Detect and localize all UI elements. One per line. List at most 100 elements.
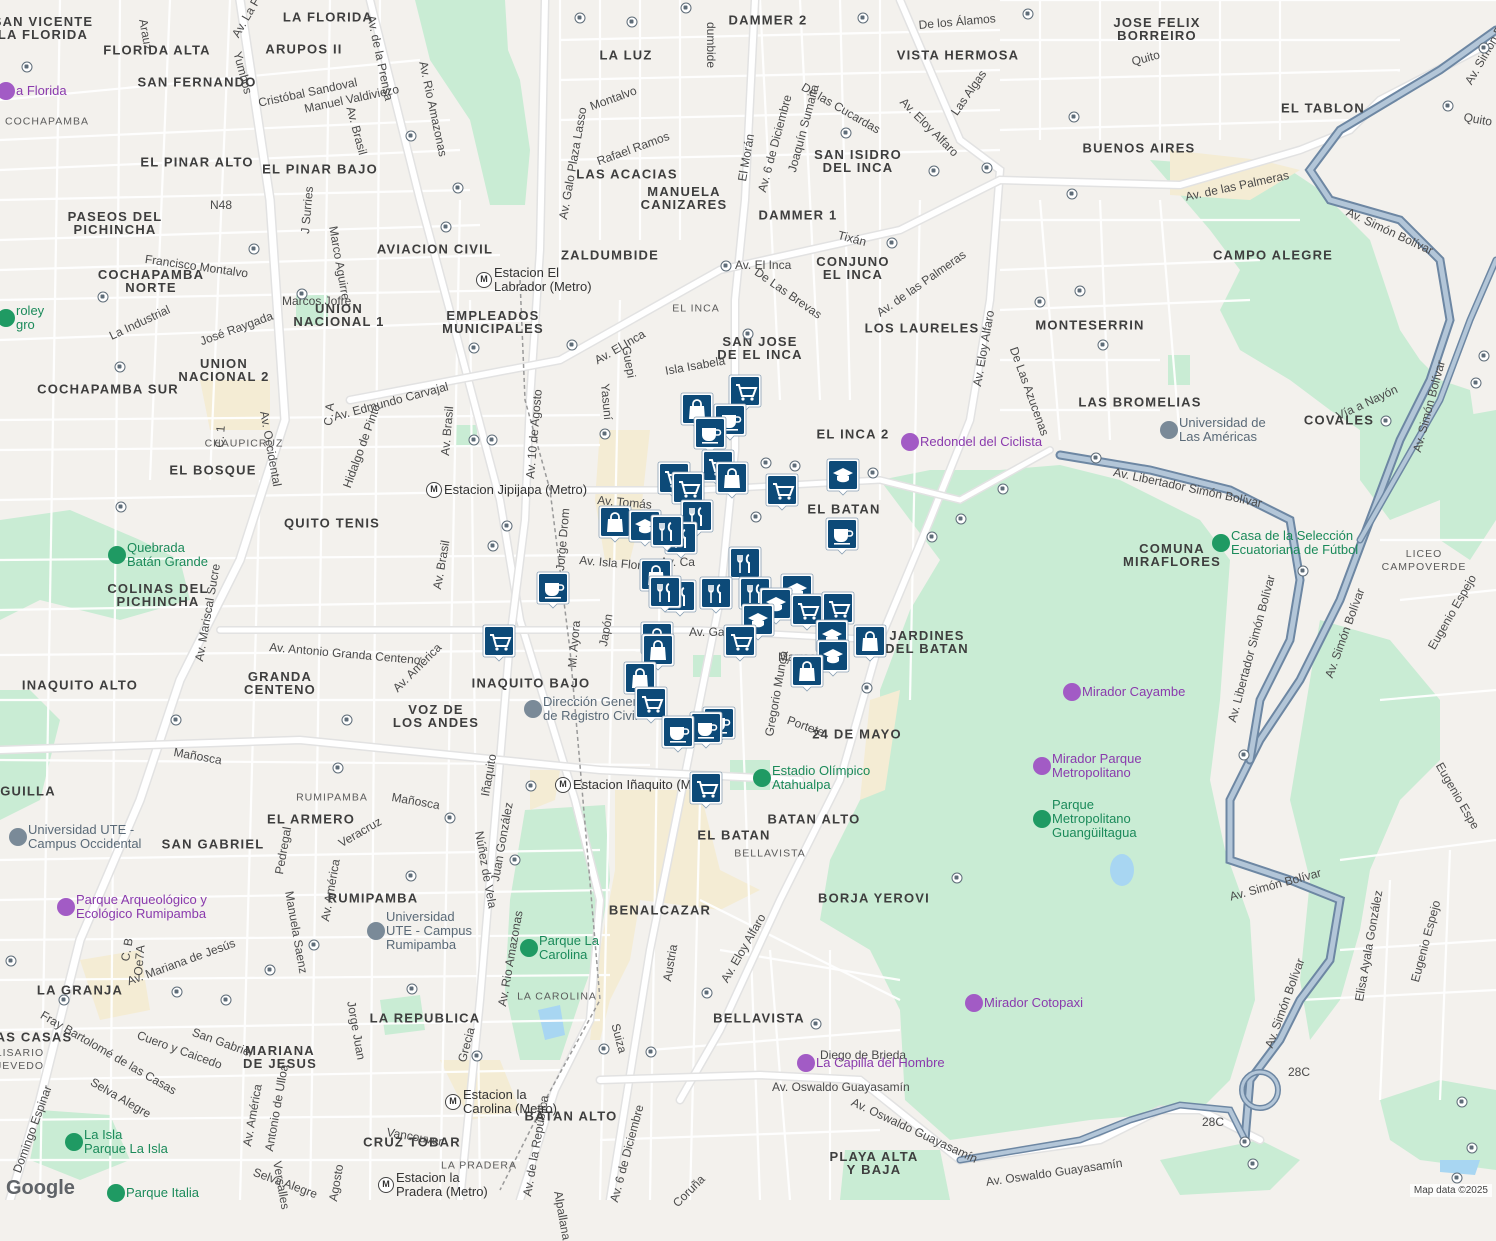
shopping-cart-marker-icon[interactable] (689, 771, 723, 809)
bus-stop-icon[interactable] (1452, 1173, 1463, 1184)
shopping-bag-marker-icon[interactable] (853, 624, 887, 662)
bus-stop-icon[interactable] (1381, 416, 1392, 427)
bus-stop-icon[interactable] (1240, 1137, 1251, 1148)
bus-stop-icon[interactable] (627, 17, 638, 28)
bus-stop-icon[interactable] (487, 435, 498, 446)
shopping-cart-marker-icon[interactable] (765, 473, 799, 511)
metro-station-icon[interactable]: M (476, 272, 492, 288)
bus-stop-icon[interactable] (406, 871, 417, 882)
poi-icon[interactable] (107, 1184, 125, 1202)
cafe-marker-icon[interactable] (536, 571, 570, 609)
bus-stop-icon[interactable] (761, 458, 772, 469)
poi-icon[interactable] (65, 1133, 83, 1151)
bus-stop-icon[interactable] (1457, 1097, 1468, 1108)
bus-stop-icon[interactable] (567, 340, 578, 351)
bus-stop-icon[interactable] (743, 329, 754, 340)
bus-stop-icon[interactable] (488, 541, 499, 552)
poi-icon[interactable] (1033, 810, 1051, 828)
bus-stop-icon[interactable] (445, 813, 456, 824)
poi-icon[interactable] (57, 898, 75, 916)
bus-stop-icon[interactable] (6, 956, 17, 967)
bus-stop-icon[interactable] (599, 1044, 610, 1055)
poi-icon[interactable] (108, 546, 126, 564)
bus-stop-icon[interactable] (841, 128, 852, 139)
poi-icon[interactable] (753, 769, 771, 787)
bus-stop-icon[interactable] (998, 484, 1009, 495)
bus-stop-icon[interactable] (1091, 453, 1102, 464)
bus-stop-icon[interactable] (1443, 101, 1454, 112)
restaurant-marker-icon[interactable] (650, 514, 684, 552)
bus-stop-icon[interactable] (171, 715, 182, 726)
bus-stop-icon[interactable] (453, 183, 464, 194)
cafe-marker-icon[interactable] (825, 517, 859, 555)
poi-icon[interactable] (901, 433, 919, 451)
bus-stop-icon[interactable] (1479, 351, 1490, 362)
map-attribution[interactable]: Map data ©2025 (1410, 1184, 1492, 1197)
bus-stop-icon[interactable] (721, 261, 732, 272)
poi-icon[interactable] (1160, 421, 1178, 439)
bus-stop-icon[interactable] (333, 763, 344, 774)
bus-stop-icon[interactable] (297, 289, 308, 300)
bus-stop-icon[interactable] (927, 532, 938, 543)
bus-stop-icon[interactable] (929, 166, 940, 177)
cafe-marker-icon[interactable] (661, 715, 695, 753)
metro-station-icon[interactable]: M (555, 777, 571, 793)
bus-stop-icon[interactable] (1479, 43, 1490, 54)
bus-stop-icon[interactable] (526, 781, 537, 792)
shopping-cart-marker-icon[interactable] (723, 624, 757, 662)
bus-stop-icon[interactable] (1098, 340, 1109, 351)
bus-stop-icon[interactable] (1023, 9, 1034, 20)
bus-stop-icon[interactable] (59, 995, 70, 1006)
poi-icon[interactable] (797, 1054, 815, 1072)
bus-stop-icon[interactable] (469, 435, 480, 446)
bus-stop-icon[interactable] (952, 873, 963, 884)
bus-stop-icon[interactable] (221, 995, 232, 1006)
poi-icon[interactable] (1063, 683, 1081, 701)
bus-stop-icon[interactable] (956, 514, 967, 525)
metro-station-icon[interactable]: M (378, 1177, 394, 1193)
bus-stop-icon[interactable] (868, 468, 879, 479)
poi-icon[interactable] (524, 700, 542, 718)
poi-icon[interactable] (367, 922, 385, 940)
metro-station-icon[interactable]: M (445, 1094, 461, 1110)
restaurant-marker-icon[interactable] (699, 576, 733, 614)
poi-icon[interactable] (1033, 757, 1051, 775)
bus-stop-icon[interactable] (858, 13, 869, 24)
bus-stop-icon[interactable] (702, 988, 713, 999)
bus-stop-icon[interactable] (407, 984, 418, 995)
shopping-bag-marker-icon[interactable] (790, 654, 824, 692)
bus-stop-icon[interactable] (441, 222, 452, 233)
bus-stop-icon[interactable] (342, 715, 353, 726)
bus-stop-icon[interactable] (22, 62, 33, 73)
poi-icon[interactable] (9, 828, 27, 846)
bus-stop-icon[interactable] (862, 683, 873, 694)
bus-stop-icon[interactable] (1067, 189, 1078, 200)
shopping-bag-marker-icon[interactable] (715, 461, 749, 499)
bus-stop-icon[interactable] (1467, 1143, 1478, 1154)
poi-icon[interactable] (1212, 534, 1230, 552)
bus-stop-icon[interactable] (510, 855, 521, 866)
bus-stop-icon[interactable] (1035, 297, 1046, 308)
bus-stop-icon[interactable] (982, 163, 993, 174)
graduation-cap-marker-icon[interactable] (826, 458, 860, 496)
bus-stop-icon[interactable] (1239, 750, 1250, 761)
bus-stop-icon[interactable] (406, 131, 417, 142)
bus-stop-icon[interactable] (472, 1051, 483, 1062)
bus-stop-icon[interactable] (811, 1019, 822, 1030)
bus-stop-icon[interactable] (681, 3, 692, 14)
bus-stop-icon[interactable] (98, 292, 109, 303)
shopping-cart-marker-icon[interactable] (482, 624, 516, 662)
shopping-bag-marker-icon[interactable] (598, 505, 632, 543)
bus-stop-icon[interactable] (265, 965, 276, 976)
bus-stop-icon[interactable] (646, 1047, 657, 1058)
bus-stop-icon[interactable] (887, 238, 898, 249)
bus-stop-icon[interactable] (115, 362, 126, 373)
bus-stop-icon[interactable] (600, 429, 611, 440)
bus-stop-icon[interactable] (249, 244, 260, 255)
poi-icon[interactable] (520, 939, 538, 957)
bus-stop-icon[interactable] (1069, 112, 1080, 123)
google-logo[interactable]: Google (6, 1177, 75, 1200)
restaurant-marker-icon[interactable] (648, 575, 682, 613)
bus-stop-icon[interactable] (575, 13, 586, 24)
bus-stop-icon[interactable] (309, 940, 320, 951)
